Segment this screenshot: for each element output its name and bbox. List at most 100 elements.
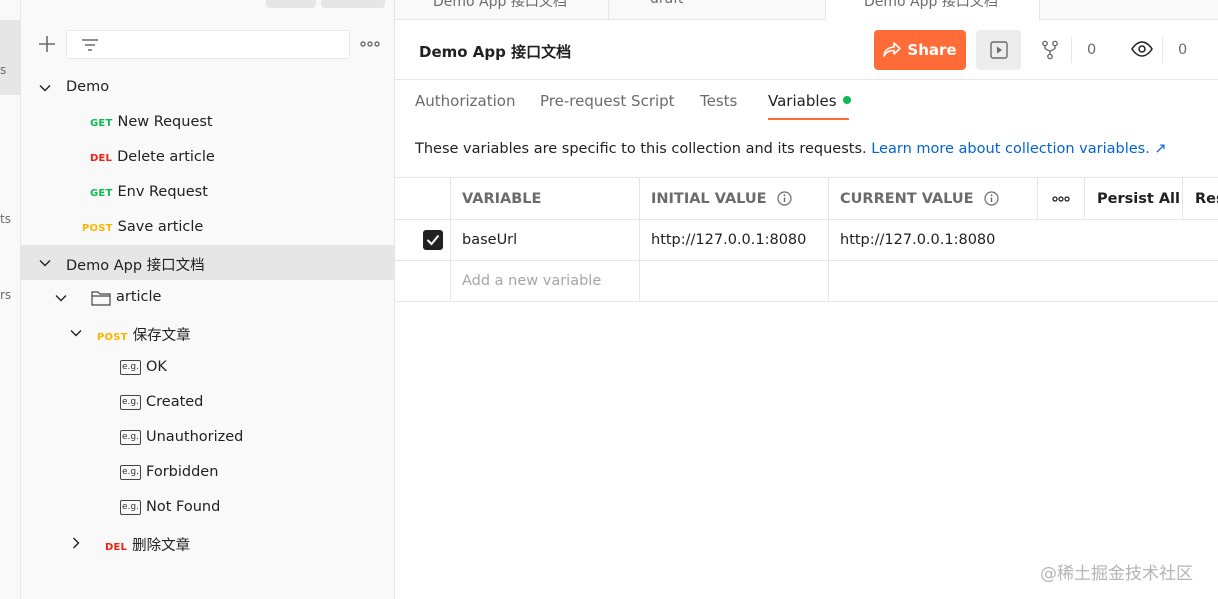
example-label: Forbidden: [146, 464, 219, 480]
sidebar-top-strip: [21, 0, 395, 9]
chevron-down-icon[interactable]: [70, 327, 82, 339]
request-label: 保存文章: [132, 328, 191, 344]
collection-label: Demo App 接口文档: [66, 258, 205, 274]
persist-all-button[interactable]: Persist All: [1085, 178, 1183, 219]
request-label: Save article: [117, 219, 204, 235]
method-badge: DEL: [105, 542, 128, 553]
table-row-add: Add a new variable: [395, 261, 1218, 302]
header-current-value: CURRENT VALUE: [829, 178, 1038, 219]
header-current-label: CURRENT VALUE: [840, 190, 974, 207]
share-button[interactable]: Share: [874, 30, 966, 70]
collection-header: Demo App 接口文档 Share 0 0: [395, 20, 1218, 80]
header-initial-value: INITIAL VALUE: [640, 178, 829, 219]
tab-label[interactable]: Demo App 接口文档: [433, 0, 567, 11]
request-label: New Request: [117, 114, 213, 130]
request-save-article[interactable]: POST Save article: [21, 210, 395, 245]
current-value-cell[interactable]: http://127.0.0.1:8080: [829, 220, 1038, 260]
chevron-down-icon[interactable]: [39, 82, 51, 94]
variable-name-cell[interactable]: baseUrl: [451, 220, 640, 260]
collection-subtabs: Authorization Pre-request Script Tests V…: [395, 80, 1218, 122]
example-created[interactable]: e.g. Created: [21, 385, 395, 420]
eye-icon[interactable]: [1131, 41, 1153, 57]
example-unauthorized[interactable]: e.g. Unauthorized: [21, 420, 395, 455]
rail-label[interactable]: s: [0, 63, 6, 77]
example-icon: e.g.: [120, 360, 141, 375]
chevron-down-icon[interactable]: [55, 292, 67, 304]
fork-icon[interactable]: [1041, 40, 1059, 60]
header-more-cell: [1038, 178, 1085, 219]
method-badge: DEL: [90, 153, 113, 164]
table-header-row: VARIABLE INITIAL VALUE CURRENT VALUE Per…: [395, 177, 1218, 220]
tab-tests[interactable]: Tests: [700, 92, 737, 110]
rail-selected-item[interactable]: [0, 20, 20, 95]
request-save-article-cn[interactable]: POST 保存文章: [21, 315, 395, 350]
sidebar-toolbar: [21, 30, 395, 60]
method-badge: GET: [90, 188, 113, 199]
header-divider: [1162, 37, 1163, 63]
tab-variables[interactable]: Variables: [768, 92, 851, 110]
info-icon[interactable]: [983, 191, 999, 206]
example-label: Not Found: [146, 499, 221, 515]
example-icon: e.g.: [120, 430, 141, 445]
request-delete-article-cn[interactable]: DEL 删除文章: [21, 525, 395, 560]
initial-value-cell[interactable]: http://127.0.0.1:8080: [640, 220, 829, 260]
check-icon: [426, 234, 440, 246]
request-env-request[interactable]: GET Env Request: [21, 175, 395, 210]
tab-strip: Demo App 接口文档 draft Demo App 接口文档: [395, 0, 1218, 21]
tab-active[interactable]: Demo App 接口文档: [825, 0, 1040, 21]
filter-input[interactable]: [66, 30, 350, 59]
status-dot: [842, 96, 851, 104]
more-options-icon[interactable]: [359, 34, 381, 54]
info-icon[interactable]: [776, 191, 792, 206]
folder-icon: [91, 291, 111, 306]
reset-all-button[interactable]: Reset All: [1183, 178, 1218, 219]
share-label: Share: [907, 41, 957, 59]
folder-label: article: [116, 289, 162, 305]
request-new-request[interactable]: GET New Request: [21, 105, 395, 140]
run-collection-button[interactable]: [976, 30, 1021, 70]
collection-demo[interactable]: Demo: [21, 70, 395, 105]
method-badge: POST: [82, 223, 113, 234]
variable-enabled-checkbox[interactable]: [423, 230, 443, 250]
chevron-down-icon[interactable]: [39, 257, 51, 269]
description-text: These variables are specific to this col…: [415, 141, 867, 157]
sidebar: Demo GET New Request DEL Delete article GE…: [21, 0, 395, 599]
example-icon: e.g.: [120, 500, 141, 515]
import-button[interactable]: [321, 0, 385, 8]
folder-article[interactable]: article: [21, 280, 395, 315]
tab-label[interactable]: Demo App 接口文档: [864, 0, 998, 11]
example-not-found[interactable]: e.g. Not Found: [21, 490, 395, 525]
left-rail: s ts rs: [0, 0, 21, 599]
example-forbidden[interactable]: e.g. Forbidden: [21, 455, 395, 490]
rail-label[interactable]: ts: [0, 212, 11, 226]
add-initial-value-input[interactable]: [640, 261, 829, 301]
example-icon: e.g.: [120, 465, 141, 480]
header-variable: VARIABLE: [451, 178, 640, 219]
tab-pre-request-script[interactable]: Pre-request Script: [540, 92, 675, 110]
plus-icon[interactable]: [37, 34, 57, 54]
tab-authorization[interactable]: Authorization: [415, 92, 515, 110]
rail-label[interactable]: rs: [0, 288, 11, 302]
add-variable-input[interactable]: Add a new variable: [451, 261, 640, 301]
chevron-right-icon[interactable]: [70, 537, 82, 549]
collection-demo-app[interactable]: Demo App 接口文档: [21, 245, 395, 280]
fork-count: 0: [1087, 42, 1097, 58]
example-label: Created: [146, 394, 204, 410]
learn-more-link[interactable]: Learn more about collection variables. ↗: [871, 141, 1166, 157]
add-current-value-input[interactable]: [829, 261, 1038, 301]
header-checkbox-cell: [395, 178, 451, 219]
request-delete-article[interactable]: DEL Delete article: [21, 140, 395, 175]
more-options-icon[interactable]: [1052, 195, 1070, 202]
request-label: Delete article: [117, 149, 215, 165]
tab-label[interactable]: draft: [650, 0, 683, 7]
request-label: Env Request: [117, 184, 208, 200]
new-button[interactable]: [266, 0, 316, 8]
row-checkbox-cell: [395, 220, 451, 260]
play-icon: [989, 41, 1008, 59]
example-ok[interactable]: e.g. OK: [21, 350, 395, 385]
collection-label: Demo: [66, 79, 110, 95]
example-label: OK: [146, 359, 167, 375]
active-tab-indicator: [768, 118, 849, 120]
table-row: baseUrl http://127.0.0.1:8080 http://127…: [395, 220, 1218, 261]
watermark: @稀土掘金技术社区: [1040, 564, 1193, 584]
